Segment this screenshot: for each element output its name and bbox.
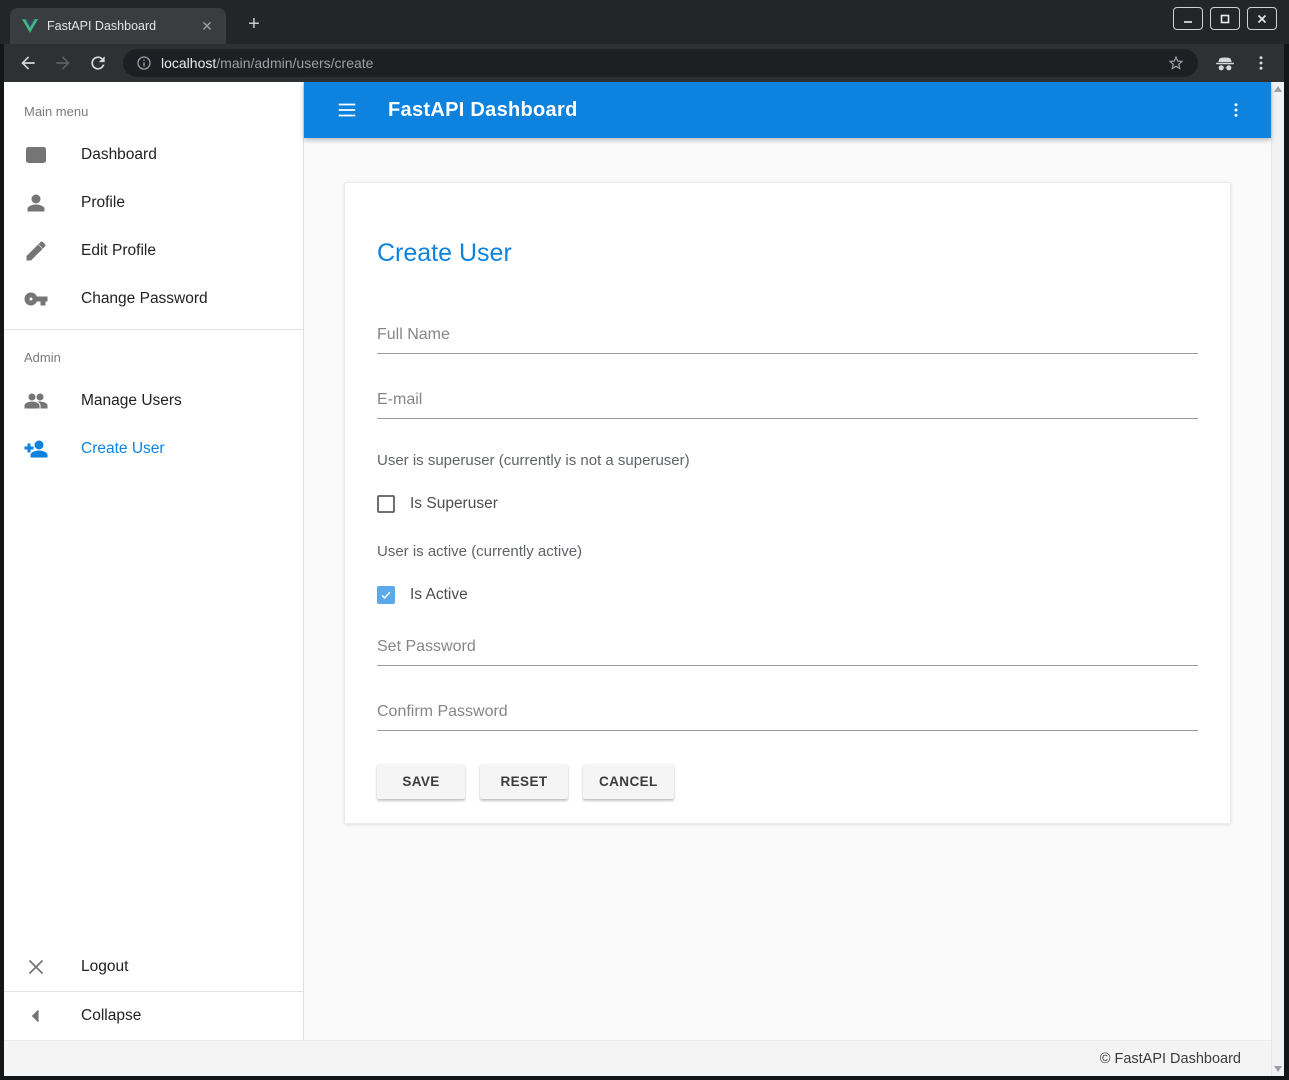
hamburger-icon[interactable] bbox=[336, 99, 358, 121]
tab-title: FastAPI Dashboard bbox=[47, 19, 189, 33]
close-icon bbox=[24, 955, 48, 979]
is-superuser-checkbox[interactable] bbox=[377, 495, 395, 513]
maximize-button[interactable] bbox=[1210, 7, 1240, 30]
is-active-checkbox[interactable] bbox=[377, 586, 395, 604]
save-button[interactable]: SAVE bbox=[377, 764, 465, 799]
browser-tab[interactable]: FastAPI Dashboard ✕ bbox=[10, 8, 226, 44]
sidebar-item-create-user[interactable]: Create User bbox=[4, 425, 303, 473]
scrollbar-up-arrow-icon[interactable] bbox=[1274, 86, 1282, 92]
superuser-hint: User is superuser (currently is not a su… bbox=[377, 452, 1198, 469]
sidebar-item-logout[interactable]: Logout bbox=[4, 943, 303, 991]
dashboard-icon bbox=[24, 143, 48, 167]
sidebar-item-label: Create User bbox=[81, 440, 165, 458]
vue-logo-icon bbox=[22, 19, 38, 33]
sidebar-heading-main-menu: Main menu bbox=[4, 82, 303, 131]
browser-tabstrip: FastAPI Dashboard ✕ + bbox=[0, 0, 1289, 44]
sidebar-item-collapse[interactable]: Collapse bbox=[4, 992, 303, 1040]
active-hint: User is active (currently active) bbox=[377, 543, 1198, 560]
url-host: localhost bbox=[161, 55, 216, 71]
new-tab-button[interactable]: + bbox=[242, 12, 266, 36]
is-active-label: Is Active bbox=[410, 586, 468, 604]
sidebar-item-label: Profile bbox=[81, 194, 125, 212]
url-text: localhost/main/admin/users/create bbox=[161, 55, 373, 71]
sidebar-item-label: Dashboard bbox=[81, 146, 157, 164]
sidebar-item-change-password[interactable]: Change Password bbox=[4, 275, 303, 323]
copyright-text: © FastAPI Dashboard bbox=[1100, 1051, 1241, 1067]
minimize-button[interactable] bbox=[1173, 7, 1203, 30]
sidebar-item-dashboard[interactable]: Dashboard bbox=[4, 131, 303, 179]
is-active-row: Is Active bbox=[377, 586, 1198, 604]
bookmark-star-icon[interactable] bbox=[1167, 54, 1185, 72]
main-content: FastAPI Dashboard Create User User is su… bbox=[304, 82, 1271, 1040]
page-scrollbar[interactable] bbox=[1271, 82, 1284, 1076]
window-controls bbox=[1173, 7, 1277, 30]
app-bar: FastAPI Dashboard bbox=[304, 82, 1271, 138]
full-name-field[interactable] bbox=[377, 322, 1198, 354]
sidebar-divider bbox=[4, 329, 303, 330]
confirm-password-field[interactable] bbox=[377, 699, 1198, 731]
forward-arrow-icon[interactable] bbox=[53, 53, 73, 73]
checkmark-icon bbox=[379, 588, 393, 602]
incognito-icon bbox=[1213, 51, 1237, 75]
sidebar: Main menu Dashboard Profile bbox=[4, 82, 304, 1040]
app-title: FastAPI Dashboard bbox=[388, 99, 578, 122]
tab-close-icon[interactable]: ✕ bbox=[198, 17, 216, 35]
sidebar-item-label: Edit Profile bbox=[81, 242, 156, 260]
cancel-button[interactable]: CANCEL bbox=[583, 764, 674, 799]
site-info-icon[interactable] bbox=[136, 55, 152, 71]
sidebar-heading-admin: Admin bbox=[4, 336, 303, 377]
appbar-kebab-icon[interactable] bbox=[1227, 101, 1245, 119]
content-area: Create User User is superuser (currently… bbox=[304, 138, 1271, 1040]
key-icon bbox=[24, 287, 48, 311]
sidebar-item-label: Collapse bbox=[81, 1007, 141, 1025]
is-superuser-label: Is Superuser bbox=[410, 495, 498, 513]
reset-button[interactable]: RESET bbox=[480, 764, 568, 799]
scrollbar-down-arrow-icon[interactable] bbox=[1274, 1066, 1282, 1072]
browser-window: FastAPI Dashboard ✕ + localhost/main/adm… bbox=[4, 0, 1284, 1076]
people-icon bbox=[24, 389, 48, 413]
chevron-left-icon bbox=[24, 1004, 48, 1028]
pencil-icon bbox=[24, 239, 48, 263]
back-arrow-icon[interactable] bbox=[18, 53, 38, 73]
browser-menu-kebab-icon[interactable] bbox=[1252, 54, 1270, 72]
browser-toolbar: localhost/main/admin/users/create bbox=[4, 44, 1284, 82]
sidebar-item-edit-profile[interactable]: Edit Profile bbox=[4, 227, 303, 275]
person-icon bbox=[24, 191, 48, 215]
close-window-button[interactable] bbox=[1247, 7, 1277, 30]
sidebar-item-profile[interactable]: Profile bbox=[4, 179, 303, 227]
sidebar-item-label: Change Password bbox=[81, 290, 208, 308]
page-title: Create User bbox=[377, 239, 1198, 268]
sidebar-spacer bbox=[4, 473, 303, 943]
reload-icon[interactable] bbox=[88, 53, 108, 73]
form-buttons: SAVE RESET CANCEL bbox=[377, 764, 1198, 799]
create-user-card: Create User User is superuser (currently… bbox=[344, 182, 1231, 824]
sidebar-item-label: Manage Users bbox=[81, 392, 182, 410]
url-path: /main/admin/users/create bbox=[216, 55, 373, 71]
sidebar-item-label: Logout bbox=[81, 958, 128, 976]
person-add-icon bbox=[24, 437, 48, 461]
app-footer: © FastAPI Dashboard bbox=[4, 1040, 1271, 1076]
address-bar[interactable]: localhost/main/admin/users/create bbox=[123, 49, 1198, 77]
page-area: Main menu Dashboard Profile bbox=[4, 82, 1284, 1076]
is-superuser-row: Is Superuser bbox=[377, 495, 1198, 513]
email-field[interactable] bbox=[377, 387, 1198, 419]
set-password-field[interactable] bbox=[377, 634, 1198, 666]
sidebar-item-manage-users[interactable]: Manage Users bbox=[4, 377, 303, 425]
